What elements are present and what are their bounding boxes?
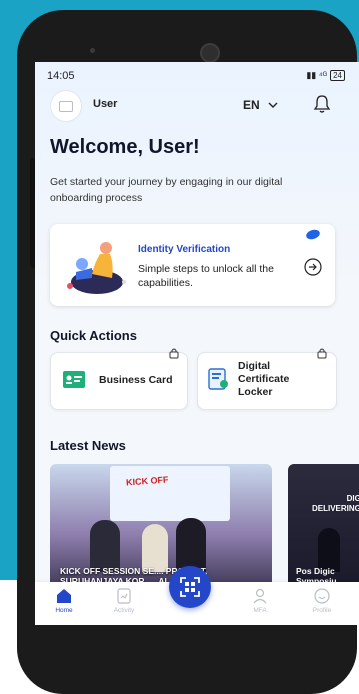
tab-home[interactable]: Home xyxy=(39,588,89,614)
bell-icon[interactable] xyxy=(311,93,333,115)
business-card-label: Business Card xyxy=(99,374,173,386)
lock-icon xyxy=(169,348,179,359)
decorative-blob xyxy=(304,228,322,241)
identity-illustration-icon xyxy=(67,242,126,294)
language-label: EN xyxy=(243,98,260,112)
mfa-icon xyxy=(253,588,267,604)
business-card-action[interactable]: Business Card xyxy=(50,348,188,410)
tab-mfa[interactable]: MFA xyxy=(235,588,285,614)
scan-qr-button[interactable] xyxy=(169,566,211,608)
chevron-down-icon xyxy=(268,102,278,108)
identity-card-title: Identity Verification xyxy=(138,244,231,255)
language-selector[interactable]: EN xyxy=(243,98,278,112)
avatar-image-icon xyxy=(59,100,73,112)
header-username: User xyxy=(93,98,118,110)
news-card[interactable]: KICK OFF KICK OFF SESSION SE.... PROJECT… xyxy=(50,464,272,592)
battery-icon: 24 xyxy=(330,70,345,81)
tab-mfa-label: MFA xyxy=(253,607,267,614)
certificate-locker-label: Digital Certificate Locker xyxy=(238,360,290,398)
business-card-icon xyxy=(63,371,85,388)
arrow-right-circle-icon[interactable] xyxy=(304,258,322,276)
avatar[interactable] xyxy=(50,90,82,122)
tab-home-label: Home xyxy=(55,607,73,614)
signal-icon: ▮▮ ⁴ᴳ xyxy=(306,70,328,80)
certificate-locker-icon xyxy=(208,368,228,390)
tab-activity[interactable]: Activity xyxy=(99,588,149,614)
home-icon xyxy=(57,589,71,603)
status-icons: ▮▮ ⁴ᴳ 24 xyxy=(306,70,345,81)
intro-text: Get started your journey by engaging in … xyxy=(50,176,283,204)
news-photo-person xyxy=(142,524,168,572)
tab-profile-label: Profile xyxy=(312,607,332,614)
tab-activity-label: Activity xyxy=(113,607,135,614)
lock-icon xyxy=(317,348,327,359)
news-banner-text: DIGIT DELIVERING T xyxy=(311,494,359,513)
news-banner-image xyxy=(110,466,230,521)
app-screen: 14:05 ▮▮ ⁴ᴳ 24 User EN Welcome, User! Ge… xyxy=(35,62,359,625)
phone-camera xyxy=(200,43,220,63)
quick-actions-heading: Quick Actions xyxy=(50,328,137,343)
page-title: Welcome, User! xyxy=(50,136,200,158)
profile-icon xyxy=(314,588,330,604)
identity-verification-card[interactable]: Identity Verification Simple steps to un… xyxy=(50,224,335,306)
status-time: 14:05 xyxy=(47,70,75,82)
phone-sensor xyxy=(90,48,95,53)
identity-card-description: Simple steps to unlock all the capabilit… xyxy=(138,263,274,289)
digital-certificate-locker-action[interactable]: Digital Certificate Locker xyxy=(197,348,337,410)
latest-news-heading: Latest News xyxy=(50,438,126,453)
news-photo-person xyxy=(176,518,206,572)
qr-scan-icon xyxy=(180,577,200,597)
news-card[interactable]: DIGIT DELIVERING T Pos Digic Symposiu xyxy=(288,464,359,592)
activity-icon xyxy=(117,588,131,604)
news-photo-person xyxy=(90,520,120,572)
tab-profile[interactable]: Profile xyxy=(297,588,347,614)
